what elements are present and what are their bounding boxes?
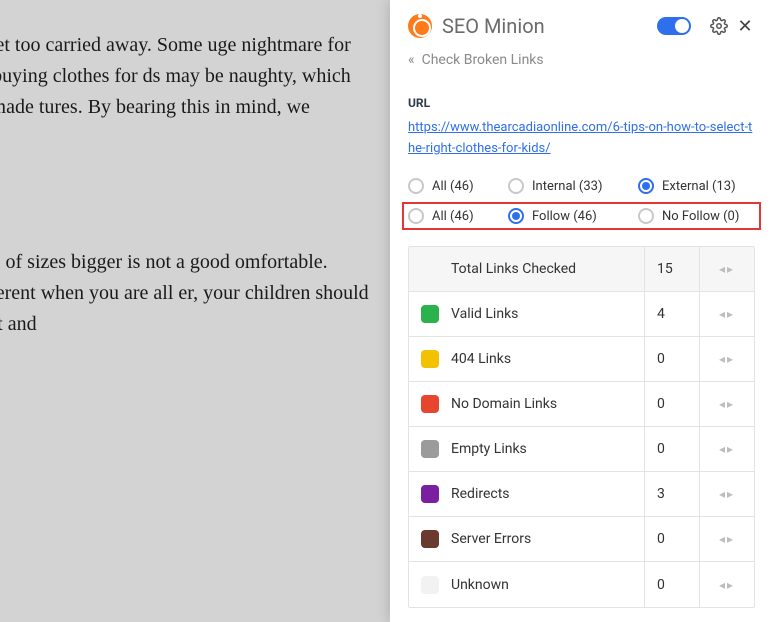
url-link[interactable]: https://www.thearcadiaonline.com/6-tips-… bbox=[408, 120, 752, 156]
filter-label: All (46) bbox=[432, 209, 474, 224]
filter-nofollow[interactable]: No Follow (0) bbox=[638, 208, 755, 224]
status-color-swatch bbox=[421, 350, 439, 368]
panel-header: SEO Minion ✕ bbox=[390, 0, 773, 48]
article-background: ill get overwhelmed with the not get too… bbox=[0, 0, 390, 370]
filter-label: No Follow (0) bbox=[662, 209, 739, 224]
filter-label: External (13) bbox=[662, 179, 736, 194]
row-count: 0 bbox=[644, 337, 699, 381]
table-row: Empty Links0◂▸ bbox=[409, 427, 754, 472]
close-icon[interactable]: ✕ bbox=[735, 16, 755, 36]
row-count: 4 bbox=[644, 292, 699, 336]
radio-icon bbox=[408, 208, 424, 224]
radio-icon bbox=[638, 178, 654, 194]
row-arrows-icon[interactable]: ◂▸ bbox=[699, 427, 754, 471]
filter-all-scope[interactable]: All (46) bbox=[408, 178, 508, 194]
results-table: Total Links Checked 15 ◂▸ Valid Links4◂▸… bbox=[408, 246, 755, 608]
filter-all-follow[interactable]: All (46) bbox=[408, 208, 508, 224]
table-row: No Domain Links0◂▸ bbox=[409, 382, 754, 427]
filter-follow[interactable]: Follow (46) bbox=[508, 208, 638, 224]
sort-arrows-icon[interactable]: ◂▸ bbox=[699, 247, 754, 291]
table-row: Redirects3◂▸ bbox=[409, 472, 754, 517]
back-icon[interactable]: « bbox=[408, 52, 412, 68]
breadcrumb: « Check Broken Links bbox=[390, 48, 773, 82]
row-label: Valid Links bbox=[451, 306, 644, 322]
row-label: Unknown bbox=[451, 577, 644, 593]
radio-icon bbox=[508, 178, 524, 194]
status-color-swatch bbox=[421, 305, 439, 323]
row-arrows-icon[interactable]: ◂▸ bbox=[699, 562, 754, 607]
table-row: Valid Links4◂▸ bbox=[409, 292, 754, 337]
row-label: Redirects bbox=[451, 486, 644, 502]
url-label: URL bbox=[408, 96, 755, 110]
header-count: 15 bbox=[644, 247, 699, 291]
row-label: 404 Links bbox=[451, 351, 644, 367]
row-count: 0 bbox=[644, 382, 699, 426]
settings-icon[interactable] bbox=[709, 16, 729, 36]
radio-icon bbox=[638, 208, 654, 224]
row-label: No Domain Links bbox=[451, 396, 644, 412]
breadcrumb-label: Check Broken Links bbox=[422, 52, 544, 68]
status-color-swatch bbox=[421, 576, 439, 594]
app-title: SEO Minion bbox=[442, 14, 657, 38]
table-row: Server Errors0◂▸ bbox=[409, 517, 754, 562]
row-arrows-icon[interactable]: ◂▸ bbox=[699, 292, 754, 336]
status-color-swatch bbox=[421, 530, 439, 548]
row-label: Server Errors bbox=[451, 531, 644, 547]
status-color-swatch bbox=[421, 485, 439, 503]
radio-icon bbox=[408, 178, 424, 194]
seo-minion-panel: SEO Minion ✕ « Check Broken Links URL ht… bbox=[390, 0, 773, 622]
status-color-swatch bbox=[421, 440, 439, 458]
enable-toggle[interactable] bbox=[657, 17, 691, 35]
app-logo-icon bbox=[408, 14, 432, 38]
row-count: 0 bbox=[644, 562, 699, 607]
filter-external[interactable]: External (13) bbox=[638, 178, 755, 194]
filter-row-scope: All (46) Internal (33) External (13) bbox=[408, 172, 755, 200]
row-arrows-icon[interactable]: ◂▸ bbox=[699, 337, 754, 381]
url-section: URL https://www.thearcadiaonline.com/6-t… bbox=[390, 82, 773, 172]
status-color-swatch bbox=[421, 395, 439, 413]
row-arrows-icon[interactable]: ◂▸ bbox=[699, 382, 754, 426]
filter-label: Internal (33) bbox=[532, 179, 603, 194]
row-count: 3 bbox=[644, 472, 699, 516]
filter-row-follow: All (46) Follow (46) No Follow (0) bbox=[402, 202, 761, 230]
radio-icon bbox=[508, 208, 524, 224]
filters: All (46) Internal (33) External (13) All… bbox=[390, 172, 773, 240]
filter-internal[interactable]: Internal (33) bbox=[508, 178, 638, 194]
header-label: Total Links Checked bbox=[409, 261, 644, 277]
table-header: Total Links Checked 15 ◂▸ bbox=[409, 247, 754, 292]
row-count: 0 bbox=[644, 427, 699, 471]
filter-label: All (46) bbox=[432, 179, 474, 194]
row-label: Empty Links bbox=[451, 441, 644, 457]
table-row: Unknown0◂▸ bbox=[409, 562, 754, 607]
row-count: 0 bbox=[644, 517, 699, 561]
filter-label: Follow (46) bbox=[532, 209, 597, 224]
table-row: 404 Links0◂▸ bbox=[409, 337, 754, 382]
row-arrows-icon[interactable]: ◂▸ bbox=[699, 517, 754, 561]
row-arrows-icon[interactable]: ◂▸ bbox=[699, 472, 754, 516]
article-heading: le bbox=[0, 182, 370, 229]
article-paragraph: ildren, the first priority must be ple o… bbox=[0, 247, 370, 340]
article-paragraph: ill get overwhelmed with the not get too… bbox=[0, 30, 370, 154]
